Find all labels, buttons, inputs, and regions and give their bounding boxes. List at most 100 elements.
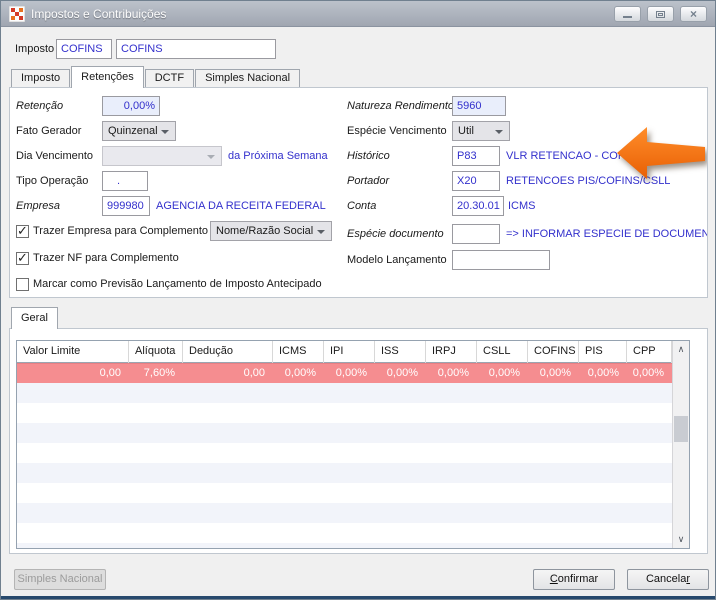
checkbox-box[interactable]: ✓ [16,222,29,238]
table-cell: 0,00% [587,367,619,379]
portador-label: Portador [347,175,390,187]
window-title: Impostos e Contribuições [31,6,167,21]
geral-panel: Valor Limite Alíquota Dedução ICMS IPI ISS IRP… [9,328,708,554]
tab-dctf[interactable]: DCTF [144,69,195,87]
chevron-down-icon [207,155,215,159]
scroll-up-icon[interactable]: ∧ [673,341,689,358]
simples-nacional-button: Simples Nacional [14,569,106,590]
historico-label: Histórico [347,150,390,162]
modelo-lancamento-field[interactable] [452,250,550,270]
grid-content: Valor Limite Alíquota Dedução ICMS IPI ISS IRP… [17,341,689,548]
empresa-field[interactable]: 999980 [102,196,150,216]
table-cell: 0,00% [632,367,664,379]
table-row-empty [17,483,689,503]
table-cell: 0,00% [488,367,520,379]
cancelar-button[interactable]: Cancelar [627,569,709,590]
close-button[interactable]: × [680,6,707,22]
titlebar[interactable]: Impostos e Contribuições [1,1,715,27]
annotation-arrow-icon [617,127,705,179]
dia-vencimento-suffix: da Próxima Semana [228,150,328,162]
especie-vencimento-select[interactable]: Util [452,121,510,141]
checkbox-box[interactable]: ✓ [16,249,29,265]
dia-vencimento-label: Dia Vencimento [16,150,94,162]
vertical-scrollbar[interactable]: ∧ ∨ [672,341,689,548]
checkbox-label: Trazer NF para Complemento [33,252,179,264]
column-header: CPP [627,341,672,363]
fato-gerador-label: Fato Gerador [16,125,82,137]
table-row-empty [17,403,689,423]
table-cell: 0,00% [335,367,367,379]
tipo-operacao-field[interactable]: . [102,171,148,191]
especie-documento-description: => INFORMAR ESPECIE DE DOCUMENTO [506,228,708,240]
column-header: IRPJ [426,341,477,363]
table-cell: 0,00% [284,367,316,379]
maximize-button[interactable] [647,6,674,22]
especie-documento-field[interactable] [452,224,500,244]
modelo-lancamento-label: Modelo Lançamento [347,254,447,266]
conta-field[interactable]: 20.30.01 [452,196,504,216]
imposto-name-field[interactable]: COFINS [116,39,276,59]
table-cell: 0,00% [437,367,469,379]
grid: Valor Limite Alíquota Dedução ICMS IPI ISS IRP… [16,340,690,549]
imposto-code-field[interactable]: COFINS [56,39,112,59]
especie-vencimento-label: Espécie Vencimento [347,125,447,137]
maximize-icon [656,10,665,18]
table-row-empty [17,383,689,403]
table-cell: 0,00 [99,367,121,379]
especie-documento-label: Espécie documento [347,228,444,240]
natureza-rendimento-label: Natureza Rendimento [347,100,455,112]
column-header: COFINS [528,341,579,363]
checkbox-label: Trazer Empresa para Complemento [33,225,209,237]
tab-retencoes[interactable]: Retenções [71,66,144,88]
table-row-empty [17,423,689,443]
complemento-select[interactable]: Nome/Razão Social [210,221,332,241]
checkbox-previsao-antecipado[interactable]: Marcar como Previsão Lançamento de Impos… [16,274,322,294]
table-cell: 7,60% [143,367,175,379]
chevron-down-icon [161,130,169,134]
table-cell: 0,00 [243,367,265,379]
tab-imposto[interactable]: Imposto [11,69,71,87]
table-row[interactable]: 0,00 7,60% 0,00 0,00% 0,00% 0,00% 0,00% 0,00% 0,… [17,363,689,383]
chevron-down-icon [317,230,325,234]
checkbox-trazer-empresa[interactable]: ✓ Trazer Empresa para Complemento [16,221,208,241]
imposto-label: Imposto [15,43,55,55]
scrollbar-thumb[interactable] [674,416,688,442]
fato-gerador-select[interactable]: Quinzenal [102,121,176,141]
table-row-empty [17,463,689,483]
checkbox-trazer-nf[interactable]: ✓ Trazer NF para Complemento [16,248,179,268]
grid-header-row: Valor Limite Alíquota Dedução ICMS IPI ISS IRP… [17,341,689,363]
tab-simples-nacional[interactable]: Simples Nacional [195,69,301,87]
retencao-label: Retenção [16,100,64,112]
scroll-down-icon[interactable]: ∨ [673,531,689,548]
minimize-button[interactable] [614,6,641,22]
table-row-empty [17,543,689,548]
checkbox-box[interactable] [16,277,29,291]
checkbox-label: Marcar como Previsão Lançamento de Impos… [33,278,322,290]
column-header: Dedução [183,341,273,363]
retencao-field[interactable]: 0,00% [102,96,160,116]
table-row-empty [17,443,689,463]
historico-field[interactable]: P83 [452,146,500,166]
close-icon: × [689,7,697,21]
chevron-down-icon [495,130,503,134]
minimize-icon [623,15,632,18]
natureza-rendimento-field[interactable]: 5960 [452,96,506,116]
check-icon: ✓ [17,222,28,238]
check-icon: ✓ [17,249,28,265]
conta-description: ICMS [508,200,536,212]
empresa-label: Empresa [16,200,61,212]
column-header: ISS [375,341,426,363]
app-icon [9,5,25,22]
table-cell: 0,00% [386,367,418,379]
empresa-description: AGENCIA DA RECEITA FEDERAL [156,200,326,212]
impostos-window: Impostos e Contribuições × Imposto COFIN… [0,0,716,600]
table-row-empty [17,503,689,523]
portador-field[interactable]: X20 [452,171,500,191]
column-header: PIS [579,341,627,363]
column-header: ICMS [273,341,324,363]
confirmar-button[interactable]: Confirmar [533,569,615,590]
tab-geral[interactable]: Geral [11,307,58,329]
table-row-empty [17,523,689,543]
column-header: Alíquota [129,341,183,363]
column-header: CSLL [477,341,528,363]
